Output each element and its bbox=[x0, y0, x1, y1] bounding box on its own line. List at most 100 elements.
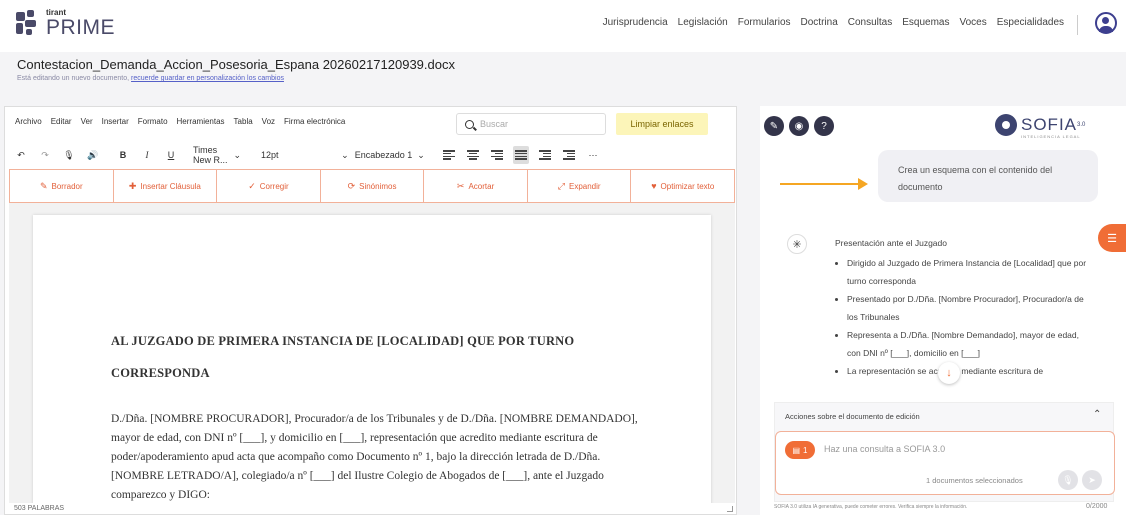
pencil-icon: ✎ bbox=[39, 180, 48, 191]
annotation-arrow bbox=[780, 183, 862, 185]
bold-button[interactable]: B bbox=[115, 146, 131, 164]
response-item: Representa a D./Dña. [Nombre Demandado],… bbox=[847, 326, 1091, 362]
underline-button[interactable]: U bbox=[163, 146, 179, 164]
ai-insert-clause-button[interactable]: ✚ Insertar Cláusula bbox=[114, 170, 218, 202]
save-reminder-link[interactable]: recuerde guardar en personalización los … bbox=[131, 75, 284, 82]
ai-draft-button[interactable]: ✎ Borrador bbox=[10, 170, 114, 202]
side-panel-toggle-icon[interactable]: ☰ bbox=[1098, 224, 1126, 252]
help-icon[interactable]: ? bbox=[814, 116, 834, 136]
nav-jurisprudencia[interactable]: Jurisprudencia bbox=[603, 17, 668, 28]
nav-formularios[interactable]: Formularios bbox=[738, 17, 791, 28]
block-format-select[interactable]: ⌄ Encabezado 1 ⌄ bbox=[333, 146, 433, 164]
menu-tabla[interactable]: Tabla bbox=[234, 117, 253, 126]
top-bar: tirant PRIME Jurisprudencia Legislación … bbox=[0, 0, 1126, 52]
nav-legislacion[interactable]: Legislación bbox=[678, 17, 728, 28]
sofia-logo-subtitle: INTELIGENCIA LEGAL bbox=[1021, 134, 1081, 139]
block-format-value: Encabezado 1 bbox=[354, 150, 413, 160]
ai-actions-bar: ✎ Borrador ✚ Insertar Cláusula ✓ Corregir ⟳… bbox=[9, 169, 735, 203]
sofia-logo-text: SOFIA bbox=[1021, 115, 1078, 134]
annotation-arrow-head bbox=[858, 178, 868, 190]
sofia-avatar-icon: ✳ bbox=[787, 234, 807, 254]
shorten-icon: ✂ bbox=[456, 180, 465, 191]
outdent-icon[interactable] bbox=[537, 146, 553, 164]
scroll-down-icon[interactable]: ↓ bbox=[938, 362, 960, 384]
response-title: Presentación ante el Juzgado bbox=[835, 238, 947, 248]
nav-doctrina[interactable]: Doctrina bbox=[801, 17, 838, 28]
italic-button[interactable]: I bbox=[139, 146, 155, 164]
menu-herramientas[interactable]: Herramientas bbox=[177, 117, 225, 126]
tirant-prime-logo[interactable]: tirant PRIME bbox=[12, 8, 115, 38]
font-family-select[interactable]: Times New R... ⌄ bbox=[187, 145, 247, 165]
sofia-assistant-panel: ✎ ◉ ? SOFIA 3.0 INTELIGENCIA LEGAL Crea … bbox=[760, 106, 1126, 515]
ai-expand-button[interactable]: ⤢ Expandir bbox=[528, 170, 632, 202]
query-input-box[interactable]: ▤ 1 Haz una consulta a SOFIA 3.0 1 docume… bbox=[775, 431, 1115, 495]
document-count-badge[interactable]: ▤ 1 bbox=[785, 441, 815, 459]
ai-synonyms-button[interactable]: ⟳ Sinónimos bbox=[321, 170, 425, 202]
character-counter: 0/2000 bbox=[1086, 503, 1108, 510]
chevron-down-icon: ⌄ bbox=[417, 149, 425, 160]
document-page[interactable]: AL JUZGADO DE PRIMERA INSTANCIA DE [LOCA… bbox=[33, 215, 711, 503]
document-body-paragraph[interactable]: D./Dña. [NOMBRE PROCURADOR], Procurador/… bbox=[111, 410, 651, 503]
plus-circle-icon: ✚ bbox=[128, 180, 137, 191]
sofia-logo: SOFIA 3.0 INTELIGENCIA LEGAL bbox=[995, 114, 1086, 139]
document-canvas: AL JUZGADO DE PRIMERA INSTANCIA DE [LOCA… bbox=[9, 203, 735, 503]
edit-icon[interactable]: ✎ bbox=[764, 116, 784, 136]
menu-editar[interactable]: Editar bbox=[51, 117, 72, 126]
menu-archivo[interactable]: Archivo bbox=[15, 117, 42, 126]
undo-icon[interactable]: ↶ bbox=[13, 146, 29, 164]
chevron-down-icon: ⌄ bbox=[341, 149, 349, 160]
font-size-select[interactable]: 12pt bbox=[255, 146, 325, 164]
tirant-logo-icon bbox=[12, 8, 42, 38]
editor-search-input[interactable]: Buscar bbox=[456, 113, 606, 135]
nav-voces[interactable]: Voces bbox=[959, 17, 986, 28]
font-size-value: 12pt bbox=[261, 150, 279, 160]
microphone-icon[interactable]: 🎙 bbox=[61, 146, 77, 164]
ai-optimize-button[interactable]: ♥ Optimizar texto bbox=[631, 170, 734, 202]
editor-menubar: Archivo Editar Ver Insertar Formato Herr… bbox=[15, 117, 345, 126]
speaker-icon[interactable]: 🔊 bbox=[85, 146, 101, 164]
ai-shorten-button[interactable]: ✂ Acortar bbox=[424, 170, 528, 202]
actions-title: Acciones sobre el documento de edición bbox=[785, 412, 920, 421]
chat-icon[interactable]: ◉ bbox=[789, 116, 809, 136]
document-icon: ▤ bbox=[792, 445, 801, 455]
sofia-logo-version: 3.0 bbox=[1077, 122, 1086, 128]
more-options-icon[interactable]: ⋯ bbox=[585, 146, 601, 164]
clear-links-button[interactable]: Limpiar enlaces bbox=[616, 113, 708, 135]
redo-icon[interactable]: ↷ bbox=[37, 146, 53, 164]
sofia-logo-icon bbox=[995, 114, 1017, 136]
align-justify-icon[interactable] bbox=[513, 146, 529, 164]
menu-insertar[interactable]: Insertar bbox=[102, 117, 129, 126]
nav-divider bbox=[1077, 15, 1078, 35]
nav-esquemas[interactable]: Esquemas bbox=[902, 17, 949, 28]
align-center-icon[interactable] bbox=[465, 146, 481, 164]
indent-icon[interactable] bbox=[561, 146, 577, 164]
resize-handle-icon[interactable] bbox=[727, 506, 733, 512]
document-heading[interactable]: AL JUZGADO DE PRIMERA INSTANCIA DE [LOCA… bbox=[111, 325, 651, 389]
microphone-icon[interactable]: 🎙 bbox=[1058, 470, 1078, 490]
main-nav: Jurisprudencia Legislación Formularios D… bbox=[603, 17, 1064, 28]
sofia-response: Presentación ante el Juzgado Dirigido al… bbox=[835, 234, 1091, 382]
align-left-icon[interactable] bbox=[441, 146, 457, 164]
menu-firma-electronica[interactable]: Firma electrónica bbox=[284, 117, 345, 126]
chevron-up-icon[interactable]: ⌃ bbox=[1093, 409, 1101, 420]
ai-action-label: Sinónimos bbox=[359, 181, 397, 191]
expand-icon: ⤢ bbox=[557, 180, 565, 191]
menu-voz[interactable]: Voz bbox=[262, 117, 275, 126]
send-icon[interactable]: ➤ bbox=[1082, 470, 1102, 490]
document-subtitle-text: Está editando un nuevo documento, bbox=[17, 75, 130, 82]
response-item: La representación se acredita mediante e… bbox=[847, 362, 1091, 382]
ai-action-label: Borrador bbox=[51, 181, 83, 191]
document-count: 1 bbox=[803, 445, 808, 455]
sofia-icon-group: ✎ ◉ ? bbox=[764, 116, 834, 136]
query-placeholder[interactable]: Haz una consulta a SOFIA 3.0 bbox=[824, 444, 945, 454]
user-message-bubble: Crea un esquema con el contenido del doc… bbox=[878, 150, 1098, 202]
menu-ver[interactable]: Ver bbox=[81, 117, 93, 126]
nav-especialidades[interactable]: Especialidades bbox=[997, 17, 1064, 28]
user-account-icon[interactable] bbox=[1095, 12, 1117, 34]
document-subtitle: Está editando un nuevo documento, recuer… bbox=[17, 75, 284, 82]
ai-action-label: Optimizar texto bbox=[660, 181, 715, 191]
ai-correct-button[interactable]: ✓ Corregir bbox=[217, 170, 321, 202]
align-right-icon[interactable] bbox=[489, 146, 505, 164]
nav-consultas[interactable]: Consultas bbox=[848, 17, 892, 28]
menu-formato[interactable]: Formato bbox=[138, 117, 168, 126]
